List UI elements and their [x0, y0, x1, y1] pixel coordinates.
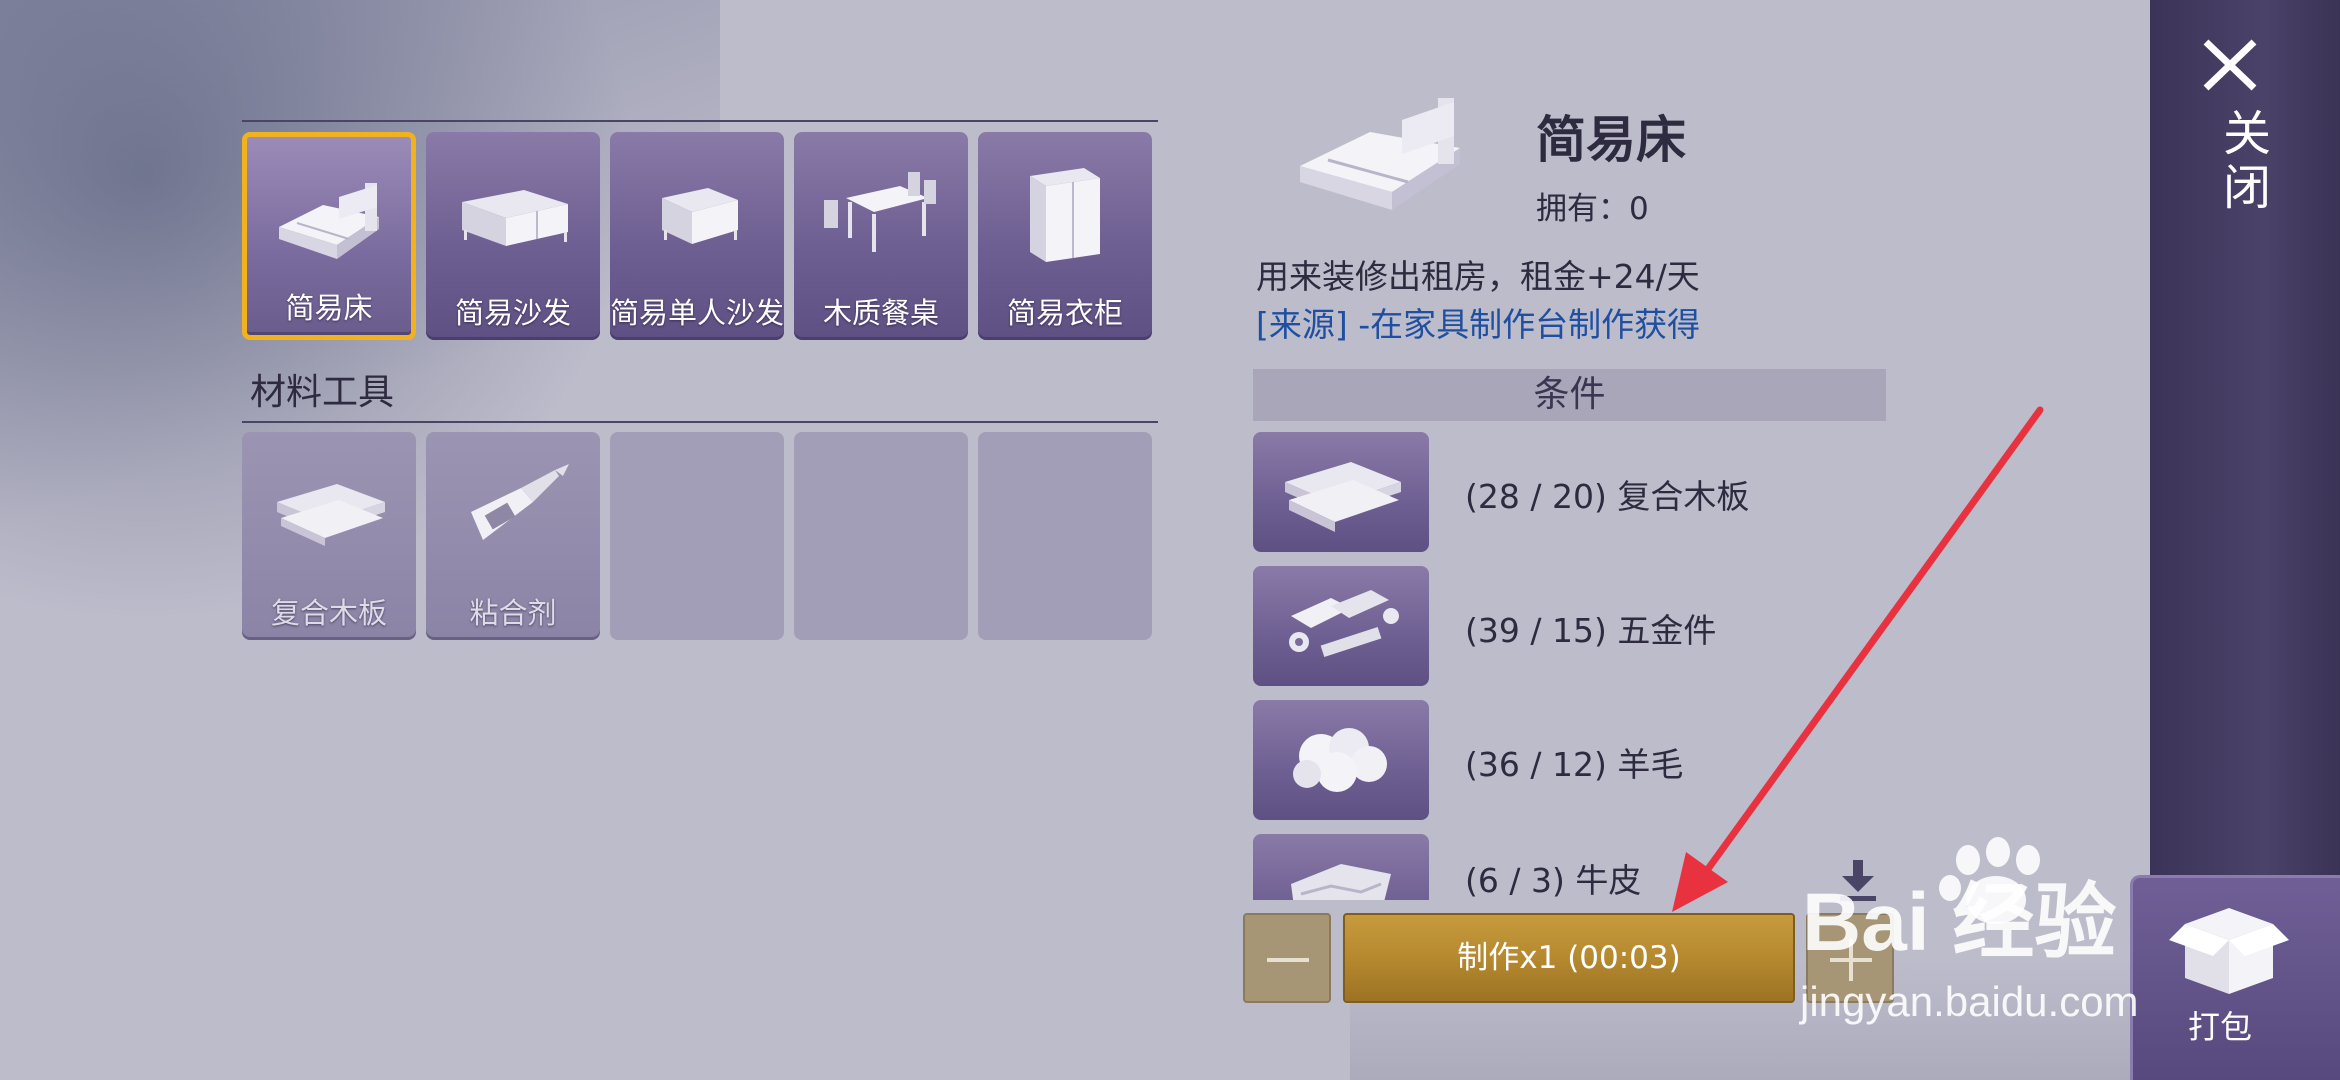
- material-slot-empty: [978, 432, 1152, 640]
- decrease-quantity-button[interactable]: [1243, 913, 1331, 1003]
- hardware-icon: [1289, 590, 1399, 657]
- baidu-watermark-logo: Bai 经验: [1802, 837, 2116, 968]
- section-title-materials: 材料工具: [250, 372, 395, 413]
- material-label: 粘合剂: [469, 596, 557, 630]
- requirement-text: (28 / 20) 复合木板: [1465, 477, 1750, 516]
- divider-materials: [242, 421, 1158, 423]
- close-button-label[interactable]: 关闭: [2207, 108, 2277, 216]
- requirement-text: (36 / 12) 羊毛: [1465, 745, 1684, 784]
- requirement-thumb: [1253, 566, 1429, 686]
- requirement-thumb: [1253, 834, 1429, 900]
- material-slot-plank[interactable]: 复合木板: [242, 432, 416, 640]
- material-slot-empty: [610, 432, 784, 640]
- furniture-label: 简易单人沙发: [610, 296, 785, 330]
- material-slot-empty: [794, 432, 968, 640]
- requirement-text: (39 / 15) 五金件: [1465, 611, 1717, 650]
- detail-bed-icon: [1300, 98, 1460, 210]
- material-label: 复合木板: [270, 596, 387, 630]
- dining-table-icon: [824, 172, 936, 252]
- furniture-label: 木质餐桌: [822, 296, 939, 330]
- furniture-slot-wardrobe[interactable]: 简易衣柜: [978, 132, 1152, 340]
- requirement-row: (28 / 20) 复合木板: [1253, 432, 1940, 552]
- craft-button[interactable]: 制作x1 (00:03): [1343, 913, 1795, 1003]
- furniture-slot-dining-table[interactable]: 木质餐桌: [794, 132, 968, 340]
- plank-icon: [277, 484, 385, 546]
- glue-icon: [471, 464, 569, 540]
- item-description: 用来装修出租房，租金+24/天: [1256, 257, 1700, 296]
- divider-top: [242, 120, 1158, 122]
- materials-grid: 复合木板 粘合剂: [242, 432, 1152, 640]
- furniture-slot-armchair[interactable]: 简易单人沙发: [610, 132, 784, 340]
- furniture-label: 简易床: [285, 291, 373, 325]
- furniture-label: 简易沙发: [454, 296, 571, 330]
- pack-button-label: 打包: [2188, 1008, 2253, 1046]
- requirement-row: (39 / 15) 五金件: [1253, 566, 1940, 686]
- requirement-thumb: [1253, 700, 1429, 820]
- furniture-label: 简易衣柜: [1006, 296, 1123, 330]
- close-icon[interactable]: [2200, 38, 2260, 92]
- item-name: 简易床: [1536, 111, 1686, 169]
- plank-icon: [1285, 462, 1401, 532]
- item-source[interactable]: [来源] -在家具制作台制作获得: [1256, 298, 1700, 346]
- furniture-slot-bed[interactable]: 简易床: [242, 132, 416, 340]
- armchair-icon: [662, 188, 738, 244]
- furniture-grid: 简易床 简易沙发 简易单人沙发 木质餐桌 简易衣柜: [242, 132, 1152, 340]
- watermark-url: jingyan.baidu.com: [1800, 978, 2139, 1025]
- wool-icon: [1293, 728, 1387, 792]
- requirements-list[interactable]: (28 / 20) 复合木板 (39 / 15) 五金件 (36 / 12) 羊…: [1240, 420, 1940, 900]
- wardrobe-icon: [1030, 168, 1100, 262]
- conditions-header: 条件: [1253, 369, 1886, 421]
- requirement-row: (36 / 12) 羊毛: [1253, 700, 1940, 820]
- material-slot-glue[interactable]: 粘合剂: [426, 432, 600, 640]
- minus-icon: [1267, 958, 1309, 962]
- owned-count: 拥有：0: [1536, 191, 1649, 227]
- leather-icon: [1291, 864, 1391, 900]
- watermark-text: Bai 经验: [1802, 877, 2116, 968]
- furniture-slot-sofa[interactable]: 简易沙发: [426, 132, 600, 340]
- bed-icon: [279, 183, 379, 259]
- requirement-text: (6 / 3) 牛皮: [1465, 861, 1642, 900]
- requirement-thumb: [1253, 432, 1429, 552]
- sofa-icon: [462, 190, 568, 246]
